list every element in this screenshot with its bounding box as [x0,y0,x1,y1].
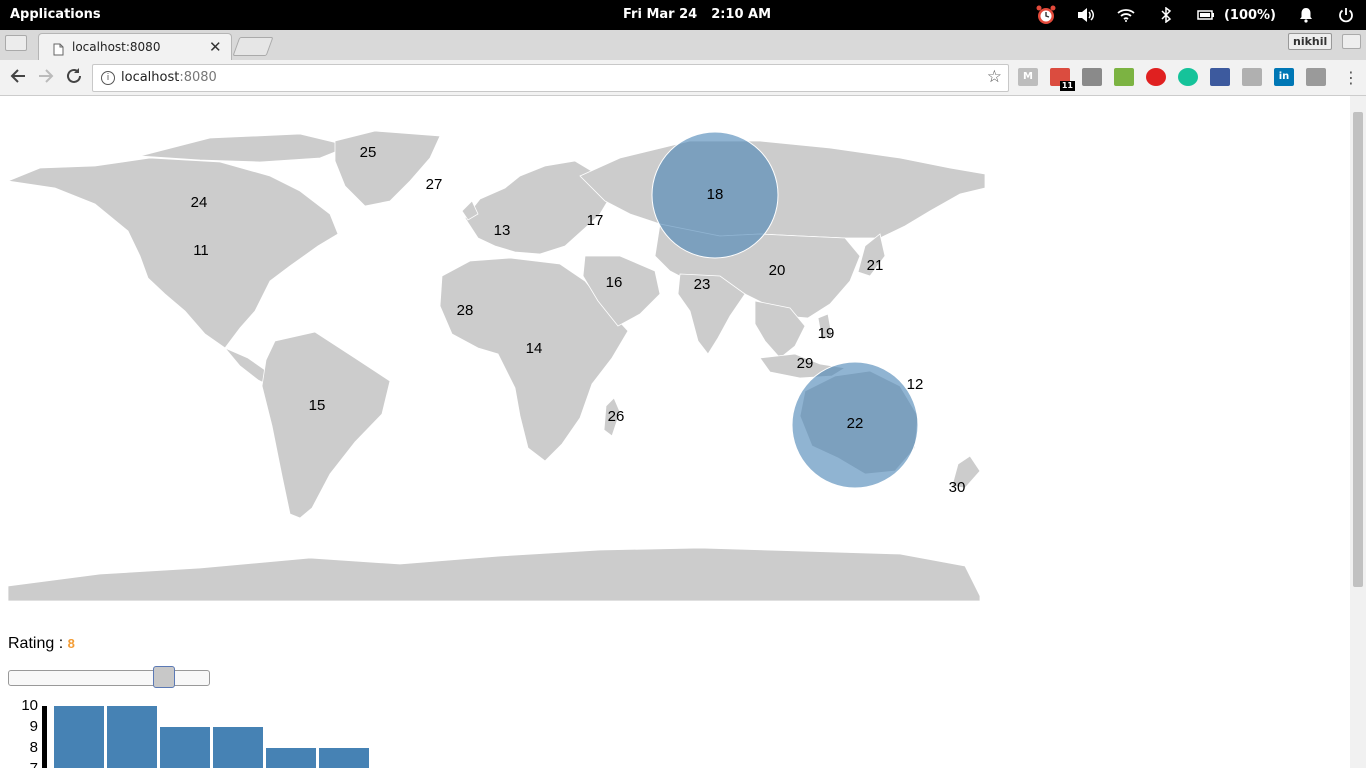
histogram-axis [42,706,47,768]
region-label: 17 [587,212,604,229]
extensions-bar: M 11 in [1018,68,1338,91]
tab-title: localhost:8080 [72,40,161,54]
country-greenland[interactable] [334,130,441,207]
system-tray: (100%) [1026,0,1366,30]
window-restore-button[interactable] [1342,34,1361,49]
address-bar[interactable]: i localhost:8080 ☆ [92,64,1009,92]
menu-icon[interactable]: ⋮ [1343,68,1359,87]
region-label: 14 [526,340,543,357]
applications-menu[interactable]: Applications [10,7,101,22]
bookmark-star-icon[interactable]: ☆ [987,67,1002,87]
page-content: 25 27 24 11 13 17 18 20 21 16 23 28 19 14 29 12 15 26 22 30… [0,96,1350,768]
url-text: localhost:8080 [121,70,217,85]
vertical-scrollbar[interactable] [1350,96,1366,768]
gmail-icon[interactable]: M [1018,68,1038,86]
country-canada-islands[interactable] [139,133,352,163]
region-label: 24 [191,194,208,211]
rating-label: Rating : 8 [8,635,75,653]
rating-histogram: 10 9 8 7 [21,697,369,768]
download-icon[interactable] [1114,68,1134,86]
country-russia[interactable] [579,140,986,239]
region-label: 18 [707,186,724,203]
region-label: 15 [309,397,326,414]
new-tab-button[interactable] [232,37,274,56]
browser-toolbar: i localhost:8080 ☆ M 11 in ⋮ [0,60,1366,96]
region-label: 25 [360,144,377,161]
region-label: 28 [457,302,474,319]
window-close-button[interactable] [5,35,27,51]
alarm-icon[interactable] [1026,0,1066,30]
region-label: 11 [193,242,209,259]
histogram-bars [54,706,369,768]
grammarly-icon[interactable] [1178,68,1198,86]
todoist-icon[interactable]: 11 [1050,68,1075,91]
back-icon[interactable] [9,67,27,90]
region-label: 30 [949,479,966,496]
region-label: 13 [494,222,511,239]
linkedin-icon[interactable]: in [1274,68,1294,86]
time: 2:10 AM [711,7,772,22]
region-label: 16 [606,274,623,291]
region-label: 20 [769,262,786,279]
region-label: 19 [818,325,835,342]
region-label: 12 [907,376,924,393]
profile-button[interactable]: nikhil [1288,33,1333,50]
histogram-y-ticks: 10 9 8 7 [21,697,38,768]
histogram-bar[interactable] [107,706,157,768]
region-label: 26 [608,408,625,425]
camera-icon[interactable] [1082,68,1102,86]
system-top-bar: Applications Fri Mar 24 2:10 AM (100%) [0,0,1366,30]
tab-strip: localhost:8080 ✕ nikhil [0,30,1366,61]
inbox-icon[interactable] [1242,68,1262,86]
power-icon[interactable] [1326,0,1366,30]
bluetooth-icon[interactable] [1146,0,1186,30]
forward-icon[interactable] [37,67,55,90]
extension-badge: 11 [1059,81,1075,91]
tab-close-icon[interactable]: ✕ [209,38,222,56]
region-label: 27 [426,176,443,193]
country-south-america[interactable] [261,331,391,519]
clock[interactable]: Fri Mar 24 2:10 AM [623,7,785,22]
info-icon[interactable]: i [101,71,115,85]
world-map: 25 27 24 11 13 17 18 20 21 16 23 28 19 14 29 12 15 26 22 30 [6,130,986,602]
histogram-y-tick: 10 [21,697,38,714]
histogram-y-tick: 8 [30,739,38,756]
region-label: 23 [694,276,711,293]
battery-icon[interactable] [1186,0,1226,30]
histogram-bar[interactable] [54,706,104,768]
opera-icon[interactable] [1146,68,1166,86]
scrollbar-thumb[interactable] [1353,112,1363,587]
battery-percent: (100%) [1223,7,1276,23]
histogram-y-tick: 9 [30,718,38,735]
region-label: 29 [797,355,814,372]
notification-icon[interactable] [1286,0,1326,30]
region-label: 21 [867,257,884,274]
rating-slider-handle[interactable] [153,666,175,688]
volume-icon[interactable] [1066,0,1106,30]
stats-icon[interactable] [1306,68,1326,86]
rating-label-text: Rating : [8,635,68,652]
reload-icon[interactable] [65,67,83,90]
rating-slider[interactable] [8,666,210,688]
histogram-bar[interactable] [266,748,316,768]
country-north-america[interactable] [6,157,339,349]
date: Fri Mar 24 [623,7,698,22]
histogram-bar[interactable] [319,748,369,768]
page-icon [53,41,64,60]
histogram-bar[interactable] [213,727,263,768]
histogram-y-tick: 7 [30,760,38,768]
histogram-bar[interactable] [160,727,210,768]
wifi-icon[interactable] [1106,0,1146,30]
browser-tab[interactable]: localhost:8080 ✕ [38,33,232,61]
bookmark-icon[interactable] [1210,68,1230,86]
rating-value: 8 [67,636,75,651]
region-label: 22 [847,415,864,432]
country-antarctica[interactable] [7,547,981,602]
